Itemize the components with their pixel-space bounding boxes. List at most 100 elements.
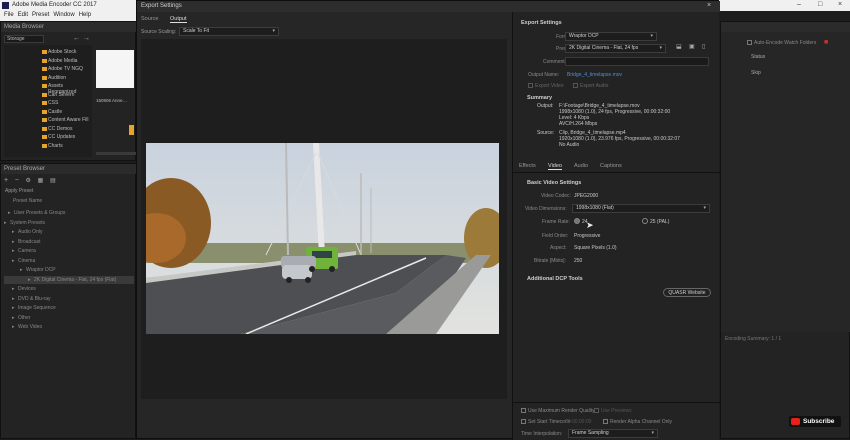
folder-icon (42, 58, 47, 63)
render-alpha-checkbox[interactable] (603, 419, 608, 424)
group-icon[interactable]: ▦ (38, 178, 44, 184)
max-render-quality-checkbox[interactable] (521, 408, 526, 413)
output-name-link[interactable]: Bridge_4_timelapse.mov (567, 72, 622, 78)
export-video-checkbox[interactable] (528, 83, 533, 88)
menu-help[interactable]: Help (79, 12, 91, 18)
folder-item[interactable]: Charts (48, 143, 63, 149)
folder-item[interactable]: CSS (48, 100, 58, 106)
time-interpolation-dropdown[interactable]: Frame Sampling ▾ (568, 429, 658, 438)
expand-chevron-icon[interactable]: ▸ (12, 286, 15, 292)
preset-tree-item[interactable]: Camera (18, 248, 36, 254)
preset-tree-item[interactable]: Wraptor DCP (26, 267, 56, 273)
folder-item[interactable]: CC Updates (48, 134, 75, 140)
menu-window[interactable]: Window (53, 12, 74, 18)
expand-chevron-icon[interactable]: ▸ (28, 277, 31, 283)
import-preset-icon[interactable]: ▣ (689, 43, 695, 50)
export-settings-header[interactable]: Export Settings (521, 20, 562, 26)
queue-status-value[interactable]: Skip (751, 70, 761, 76)
auto-encode-checkbox[interactable] (747, 40, 752, 45)
preset-tree-item[interactable]: Broadcast (18, 239, 41, 245)
preset-tree-item[interactable]: Image Sequence (18, 305, 56, 311)
save-preset-icon[interactable]: ⬓ (676, 43, 682, 50)
preset-tree-item[interactable]: Web Video (18, 324, 42, 330)
preset-tree-item[interactable]: User Presets & Groups (14, 210, 65, 216)
preset-tree-item[interactable]: Audio Only (18, 229, 42, 235)
forward-arrow-icon[interactable]: → (83, 35, 90, 42)
use-previews-checkbox[interactable] (594, 408, 599, 413)
additional-dcp-header[interactable]: Additional DCP Tools (527, 276, 583, 282)
settings-icon[interactable]: ⚙ (26, 178, 31, 184)
folder-item[interactable]: Adobe Stock (48, 49, 76, 55)
folder-item[interactable]: Carl Severn (48, 92, 74, 98)
import-icon[interactable]: ▤ (50, 178, 56, 184)
preset-tree-item[interactable]: System Presets (10, 220, 45, 226)
folder-item[interactable]: Castle (48, 109, 62, 115)
dialog-close-icon[interactable]: × (707, 2, 711, 9)
menu-file[interactable]: File (4, 12, 14, 18)
back-arrow-icon[interactable]: ← (73, 35, 80, 42)
folder-item[interactable]: CC Demos (48, 126, 72, 132)
preset-tree-item[interactable]: 2K Digital Cinema - Flat, 24 fps (Flat) (34, 277, 116, 283)
folder-item[interactable]: Adobe Media (48, 58, 77, 64)
format-dropdown[interactable]: Wraptor DCP ▾ (565, 32, 657, 41)
add-preset-icon[interactable]: + (4, 177, 8, 184)
tab-audio[interactable]: Audio (574, 163, 588, 169)
folder-item[interactable]: Audition (48, 75, 66, 81)
summary-header[interactable]: Summary (527, 95, 552, 101)
tab-video[interactable]: Video (548, 163, 562, 170)
auto-encode-label: Auto-Encode Watch Folders (754, 40, 817, 46)
menu-edit[interactable]: Edit (18, 12, 28, 18)
expand-chevron-icon[interactable]: ▸ (4, 220, 7, 226)
stop-queue-icon[interactable]: ■ (824, 39, 828, 46)
expand-chevron-icon[interactable]: ▸ (12, 258, 15, 264)
preset-tree-item[interactable]: Devices (18, 286, 36, 292)
expand-chevron-icon[interactable]: ▸ (12, 315, 15, 321)
frame-rate-24-radio[interactable] (574, 218, 580, 224)
video-dimensions-dropdown[interactable]: 1998x1080 (Flat) ▾ (572, 204, 710, 213)
menu-preset[interactable]: Preset (32, 12, 49, 18)
frame-rate-25-radio[interactable] (642, 218, 648, 224)
preset-tree-item[interactable]: Cinema (18, 258, 35, 264)
aspect-label: Aspect: (550, 245, 567, 251)
preset-tree-item[interactable]: Other (18, 315, 31, 321)
app-logo-icon (2, 2, 9, 9)
folder-item[interactable]: Content Aware Fill (48, 117, 88, 123)
location-dropdown[interactable]: Storage (4, 35, 44, 43)
maximize-button[interactable]: □ (818, 1, 822, 8)
expand-chevron-icon[interactable]: ▸ (12, 296, 15, 302)
expand-chevron-icon[interactable]: ▸ (12, 239, 15, 245)
source-scaling-dropdown[interactable]: Scale To Fit ▾ (179, 27, 279, 36)
export-settings-dialog: Export Settings × Source Output Source S… (136, 0, 720, 440)
minimize-button[interactable]: – (797, 1, 801, 8)
remove-preset-icon[interactable]: − (15, 177, 19, 184)
tab-effects[interactable]: Effects (519, 163, 536, 169)
delete-preset-icon[interactable]: ▯ (702, 43, 705, 50)
youtube-subscribe[interactable]: Subscribe (789, 416, 841, 427)
comments-field[interactable] (565, 57, 709, 66)
media-thumbnail[interactable] (96, 50, 134, 88)
preset-dropdown[interactable]: 2K Digital Cinema - Flat, 24 fps ▾ (565, 44, 666, 53)
queue-panel: Auto-Encode Watch Folders ■ Status Skip … (720, 21, 850, 439)
folder-item[interactable]: Adobe TV NGQ (48, 66, 83, 72)
expand-chevron-icon[interactable]: ▸ (12, 248, 15, 254)
app-title: Adobe Media Encoder CC 2017 (12, 2, 97, 8)
zoom-slider[interactable] (96, 152, 136, 155)
render-alpha-label: Render Alpha Channel Only (610, 419, 672, 425)
expand-chevron-icon[interactable]: ▸ (12, 305, 15, 311)
tab-source[interactable]: Source (141, 16, 158, 22)
close-window-button[interactable]: × (838, 1, 842, 8)
expand-chevron-icon[interactable]: ▸ (20, 267, 23, 273)
queue-list: Auto-Encode Watch Folders ■ Status Skip (721, 32, 850, 332)
tab-output[interactable]: Output (170, 16, 187, 23)
max-render-quality-label: Use Maximum Render Quality (528, 408, 595, 414)
start-timecode-checkbox[interactable] (521, 419, 526, 424)
apply-preset-label[interactable]: Apply Preset (5, 188, 33, 194)
expand-chevron-icon[interactable]: ▸ (12, 229, 15, 235)
export-audio-checkbox[interactable] (573, 83, 578, 88)
quasr-website-button[interactable]: QUASR Website (663, 288, 711, 297)
preset-tree-item[interactable]: DVD & Blu-ray (18, 296, 51, 302)
expand-chevron-icon[interactable]: ▸ (12, 324, 15, 330)
tab-captions[interactable]: Captions (600, 163, 622, 169)
basic-video-header[interactable]: Basic Video Settings (527, 180, 581, 186)
expand-chevron-icon[interactable]: ▸ (8, 210, 11, 216)
